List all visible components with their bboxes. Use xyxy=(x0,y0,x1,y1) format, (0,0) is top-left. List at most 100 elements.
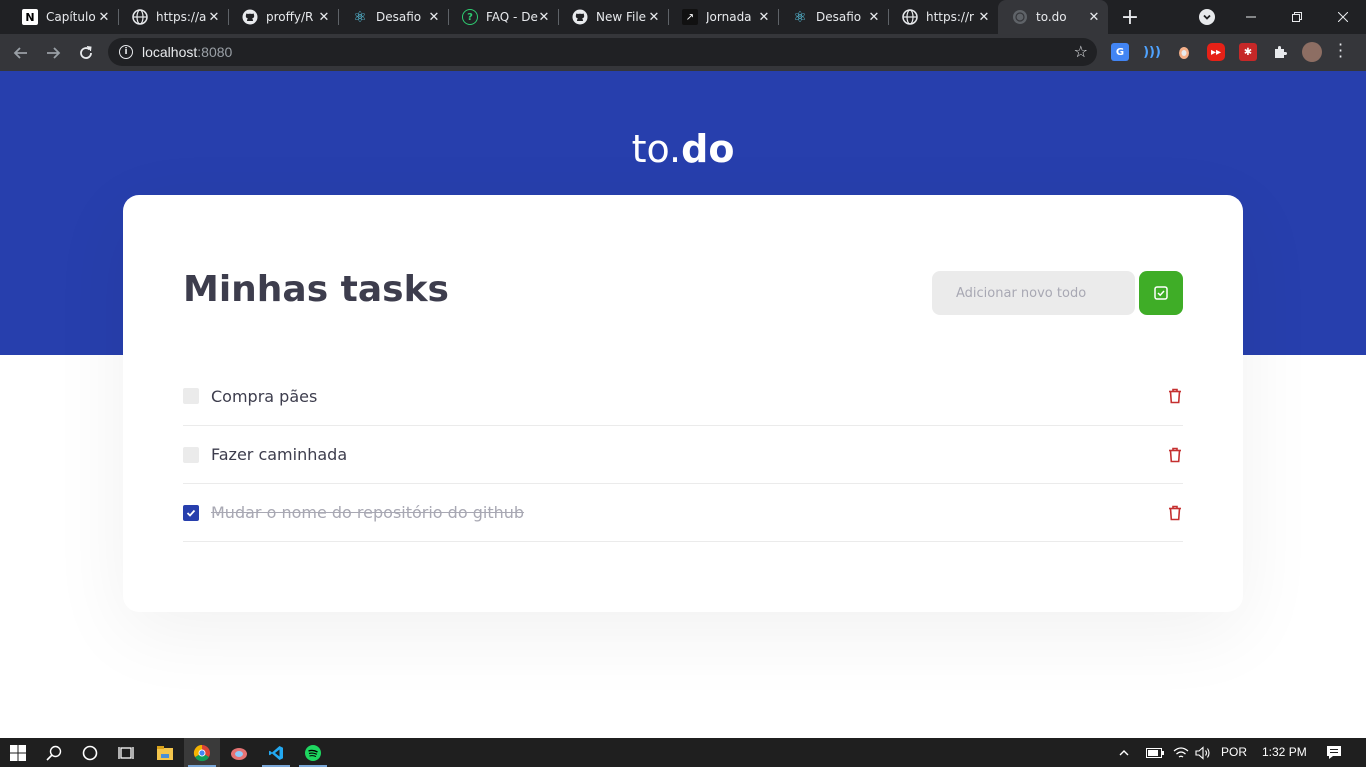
close-icon[interactable]: ✕ xyxy=(866,9,882,25)
minimize-button[interactable] xyxy=(1228,0,1274,34)
tab-title: proffy/R xyxy=(266,10,314,24)
browser-toolbar: i localhost:8080 ☆ G ))) ▸▸ ✱ · · · xyxy=(0,34,1366,71)
youtube-extension-icon[interactable]: ▸▸ xyxy=(1207,43,1225,61)
windows-taskbar: POR 1:32 PM xyxy=(0,738,1366,767)
extension-red-icon[interactable]: ✱ xyxy=(1239,43,1257,61)
bookmark-star-icon[interactable]: ☆ xyxy=(1074,42,1088,61)
tab-new-file[interactable]: New File ✕ xyxy=(558,0,668,34)
vscode-icon[interactable] xyxy=(258,738,294,767)
task-title: Compra pães xyxy=(211,386,318,406)
close-icon[interactable]: ✕ xyxy=(96,9,112,25)
wifi-icon[interactable] xyxy=(1170,738,1192,767)
tab-desafio-2[interactable]: ⚛ Desafio ✕ xyxy=(778,0,888,34)
github-icon xyxy=(572,9,588,25)
reload-button[interactable] xyxy=(74,41,98,65)
address-bar[interactable]: i localhost:8080 ☆ xyxy=(108,38,1097,66)
tab-title: FAQ - De xyxy=(486,10,538,24)
add-todo-button[interactable] xyxy=(1139,271,1183,315)
help-circle-icon: ? xyxy=(462,9,478,25)
chrome-icon[interactable] xyxy=(184,738,220,767)
trash-icon[interactable] xyxy=(1167,387,1183,405)
chevron-up-icon[interactable] xyxy=(1114,738,1134,767)
tab-https-r[interactable]: https://r ✕ xyxy=(888,0,998,34)
puzzle-icon[interactable] xyxy=(1271,43,1289,61)
cortana-icon[interactable] xyxy=(72,738,108,767)
task-list: Compra pães Fazer caminhada Mudar o nome… xyxy=(183,367,1183,542)
menu-kebab-icon[interactable]: · · · xyxy=(1338,37,1343,65)
page-content: to.do Minhas tasks Compra pães Fazer cam… xyxy=(0,71,1366,738)
tab-search-icon[interactable] xyxy=(1199,9,1215,25)
logo-light: to. xyxy=(631,127,682,171)
close-icon[interactable]: ✕ xyxy=(976,9,992,25)
task-checkbox[interactable] xyxy=(183,446,199,463)
url-host: localhost xyxy=(142,44,198,60)
list-item: Fazer caminhada xyxy=(183,426,1183,484)
tab-title: Desafio xyxy=(376,10,422,24)
back-button[interactable] xyxy=(9,41,33,65)
checkmark-icon xyxy=(186,509,196,517)
google-translate-icon[interactable]: G xyxy=(1111,43,1129,61)
react-icon: ⚛ xyxy=(793,8,807,26)
tasks-card: Minhas tasks Compra pães Fazer caminhada xyxy=(123,195,1243,612)
windows-start-icon[interactable] xyxy=(0,738,36,767)
close-icon[interactable]: ✕ xyxy=(426,9,442,25)
new-todo-input[interactable] xyxy=(932,271,1135,315)
close-icon[interactable]: ✕ xyxy=(536,9,552,25)
extension-orange-icon[interactable] xyxy=(1175,43,1193,61)
tab-https-a[interactable]: https://a ✕ xyxy=(118,0,228,34)
close-icon[interactable]: ✕ xyxy=(646,9,662,25)
tab-desafio-1[interactable]: ⚛ Desafio ✕ xyxy=(338,0,448,34)
window-close-button[interactable] xyxy=(1320,0,1366,34)
task-checkbox[interactable] xyxy=(183,388,199,404)
avatar[interactable] xyxy=(1302,42,1322,62)
tab-proffy[interactable]: proffy/R ✕ xyxy=(228,0,338,34)
app-logo: to.do xyxy=(0,127,1366,171)
search-icon[interactable] xyxy=(36,738,72,767)
close-icon[interactable]: ✕ xyxy=(756,9,772,25)
tab-faq[interactable]: ? FAQ - De ✕ xyxy=(448,0,558,34)
globe-icon xyxy=(132,9,148,25)
file-explorer-icon[interactable] xyxy=(147,738,183,767)
notion-icon: N xyxy=(22,9,38,25)
trash-icon[interactable] xyxy=(1167,446,1183,464)
volume-icon[interactable] xyxy=(1192,738,1214,767)
trash-icon[interactable] xyxy=(1167,504,1183,522)
tab-strip: N Capítulo ✕ https://a ✕ proffy/R ✕ ⚛ De… xyxy=(0,0,1366,34)
spotify-icon[interactable] xyxy=(295,738,331,767)
react-icon: ⚛ xyxy=(353,8,367,26)
tab-title: Desafio xyxy=(816,10,862,24)
close-icon[interactable]: ✕ xyxy=(316,9,332,25)
tab-title: to.do xyxy=(1036,10,1067,24)
notifications-icon[interactable] xyxy=(1316,738,1352,767)
close-icon[interactable]: ✕ xyxy=(206,9,222,25)
task-checkbox-checked[interactable] xyxy=(183,504,199,521)
tab-todo-active[interactable]: to.do ✕ xyxy=(998,0,1108,34)
restore-button[interactable] xyxy=(1274,0,1320,34)
task-view-icon[interactable] xyxy=(108,738,144,767)
url-text: localhost:8080 xyxy=(142,44,232,60)
logo-bold: do xyxy=(681,127,735,171)
task-title-done: Mudar o nome do repositório do github xyxy=(211,503,525,522)
github-icon xyxy=(242,9,258,25)
tab-title: Jornada xyxy=(706,10,752,24)
forward-button[interactable] xyxy=(41,41,65,65)
tab-title: New File xyxy=(596,10,647,24)
tab-jornada[interactable]: ↗ Jornada ✕ xyxy=(668,0,778,34)
globe-icon xyxy=(1012,9,1028,25)
task-title: Fazer caminhada xyxy=(211,445,348,464)
app-icon[interactable] xyxy=(221,738,257,767)
tab-capitulo[interactable]: N Capítulo ✕ xyxy=(8,0,118,34)
tab-title: https://r xyxy=(926,10,974,24)
language-indicator[interactable]: POR xyxy=(1221,745,1247,759)
list-item: Compra pães xyxy=(183,367,1183,426)
close-icon[interactable]: ✕ xyxy=(1086,9,1102,25)
site-info-icon[interactable]: i xyxy=(119,45,133,59)
list-item: Mudar o nome do repositório do github xyxy=(183,484,1183,542)
clock[interactable]: 1:32 PM xyxy=(1262,745,1307,759)
new-tab-button[interactable]: + xyxy=(1118,5,1142,30)
check-square-icon xyxy=(1154,286,1168,300)
page-title: Minhas tasks xyxy=(183,269,449,310)
wifi-extension-icon[interactable]: ))) xyxy=(1143,43,1161,61)
battery-icon[interactable] xyxy=(1144,738,1166,767)
rocketseat-icon: ↗ xyxy=(682,9,698,25)
